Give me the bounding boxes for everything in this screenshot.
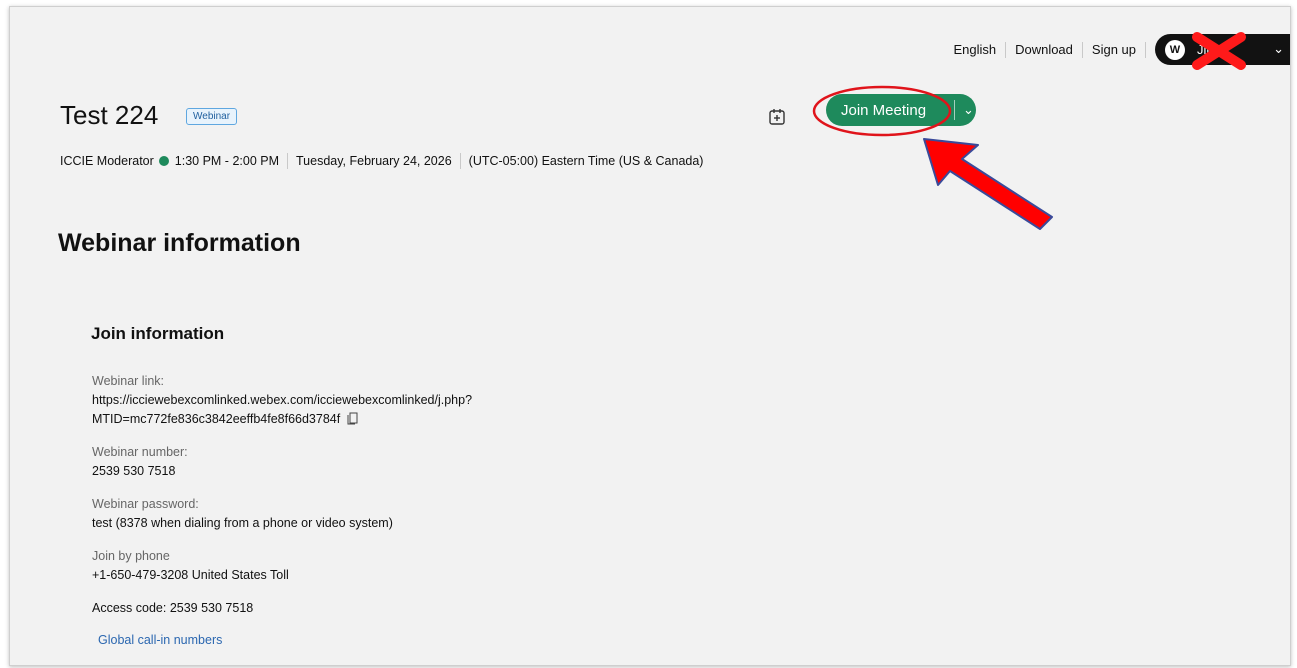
meeting-meta: ICCIE Moderator 1:30 PM - 2:00 PM Tuesda… <box>60 153 703 169</box>
webinar-number-block: Webinar number: 2539 530 7518 <box>92 443 188 481</box>
join-by-phone-label: Join by phone <box>92 549 170 563</box>
phone-number: +1-650-479-3208 United States Toll <box>92 568 289 582</box>
top-navigation: English Download Sign up W Jin ⌄ <box>944 32 1290 70</box>
add-to-calendar-icon[interactable] <box>768 108 786 126</box>
join-info-title: Join information <box>91 324 225 343</box>
meeting-date: Tuesday, February 24, 2026 <box>296 154 452 168</box>
access-code: Access code: 2539 530 7518 <box>92 601 254 615</box>
global-call-in-block: Global call-in numbers <box>98 631 222 650</box>
webinar-link-label: Webinar link: <box>92 374 165 388</box>
signup-link[interactable]: Sign up <box>1083 42 1145 57</box>
webinar-password: test (8378 when dialing from a phone or … <box>92 516 393 530</box>
annotation-arrow-icon <box>923 138 1053 230</box>
copy-icon[interactable] <box>347 412 358 425</box>
chevron-down-icon: ⌄ <box>1273 41 1284 56</box>
app-window: English Download Sign up W Jin ⌄ Test 22… <box>9 6 1291 666</box>
access-code-block: Access code: 2539 530 7518 <box>92 599 253 618</box>
nav-divider <box>1145 41 1146 58</box>
webinar-password-label: Webinar password: <box>92 497 199 511</box>
meeting-timezone: (UTC-05:00) Eastern Time (US & Canada) <box>468 154 704 168</box>
join-by-phone-block: Join by phone +1-650-479-3208 United Sta… <box>92 547 289 585</box>
download-link[interactable]: Download <box>1006 42 1082 57</box>
user-menu-button[interactable]: W Jin ⌄ <box>1155 32 1290 70</box>
webinar-number: 2539 530 7518 <box>92 464 176 478</box>
webinar-link-line2[interactable]: MTID=mc772fe836c3842eeffb4fe8f66d3784f <box>92 412 340 426</box>
page-title: Test 224 <box>60 100 159 130</box>
meeting-time: 1:30 PM - 2:00 PM <box>174 154 279 168</box>
status-dot-icon <box>158 156 169 166</box>
webinar-number-label: Webinar number: <box>92 445 188 459</box>
meta-divider <box>459 153 461 169</box>
webinar-link-block: Webinar link: https://icciewebexcomlinke… <box>92 372 472 429</box>
global-call-in-link[interactable]: Global call-in numbers <box>98 633 222 647</box>
annotation-circle <box>812 85 952 137</box>
language-link[interactable]: English <box>944 42 1005 57</box>
webinar-password-block: Webinar password: test (8378 when dialin… <box>92 495 393 533</box>
webinar-link-line2-row: MTID=mc772fe836c3842eeffb4fe8f66d3784f <box>92 410 472 429</box>
meta-divider <box>287 153 288 169</box>
host-name: ICCIE Moderator <box>60 154 154 168</box>
webinar-badge: Webinar <box>186 108 238 125</box>
webinar-link-line1[interactable]: https://icciewebexcomlinked.webex.com/ic… <box>92 391 472 410</box>
webex-logo-icon: W <box>1165 39 1185 60</box>
redaction-x-icon <box>1192 32 1246 70</box>
section-title: Webinar information <box>58 229 301 257</box>
